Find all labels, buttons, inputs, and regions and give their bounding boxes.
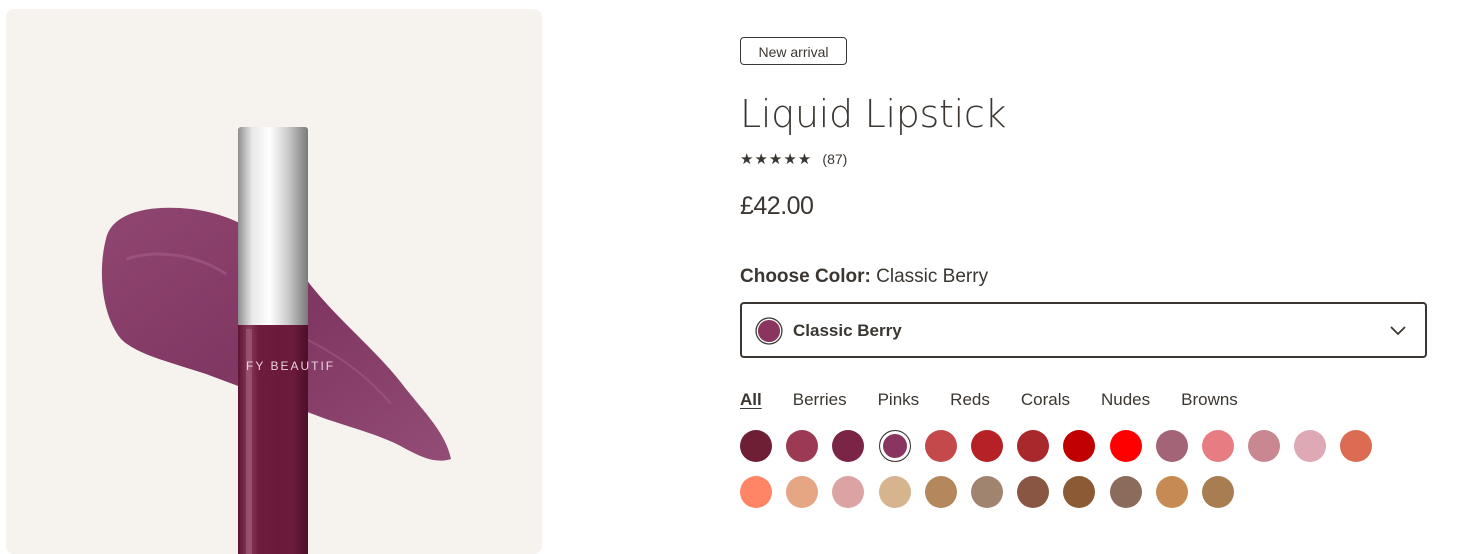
color-swatch[interactable]: [1155, 476, 1188, 508]
lipstick-cap: [238, 127, 308, 327]
color-swatch[interactable]: [1109, 476, 1142, 508]
color-swatch[interactable]: [970, 476, 1003, 508]
color-swatch[interactable]: [786, 430, 819, 462]
color-swatch[interactable]: [1294, 430, 1327, 462]
choose-color-label: Choose Color: Classic Berry: [740, 266, 988, 288]
product-image: [101, 127, 451, 554]
color-swatch[interactable]: [1017, 476, 1050, 508]
rating-stars-icon: ★★★★★: [740, 151, 813, 168]
color-swatch[interactable]: [878, 430, 911, 462]
filter-tab-pinks[interactable]: Pinks: [878, 390, 920, 410]
color-swatch[interactable]: [924, 430, 957, 462]
lipstick-brand-text: FY BEAUTIF: [246, 359, 336, 373]
selected-color-dot: [757, 319, 781, 343]
product-price: £42.00: [740, 192, 814, 220]
product-rating[interactable]: ★★★★★ (87): [740, 150, 847, 168]
product-image-panel: FY BEAUTIF: [6, 9, 542, 554]
color-swatch[interactable]: [832, 476, 865, 508]
color-swatch[interactable]: [832, 430, 865, 462]
color-swatch[interactable]: [1017, 430, 1050, 462]
color-swatch-grid: [740, 430, 1390, 508]
color-swatch[interactable]: [740, 430, 772, 462]
color-swatch[interactable]: [1201, 430, 1234, 462]
color-swatch[interactable]: [1248, 430, 1281, 462]
color-swatch[interactable]: [1109, 430, 1142, 462]
color-swatch[interactable]: [878, 476, 911, 508]
color-swatch[interactable]: [786, 476, 819, 508]
selected-color-name: Classic Berry: [876, 266, 989, 287]
new-arrival-badge: New arrival: [740, 37, 847, 65]
filter-tab-all[interactable]: All: [740, 390, 762, 410]
color-swatch[interactable]: [1340, 430, 1373, 462]
color-swatch[interactable]: [740, 476, 772, 508]
filter-tab-corals[interactable]: Corals: [1021, 390, 1070, 410]
color-filter-tabs: All Berries Pinks Reds Corals Nudes Browns: [740, 390, 1269, 410]
color-swatch[interactable]: [1155, 430, 1188, 462]
color-swatch[interactable]: [970, 430, 1003, 462]
filter-tab-berries[interactable]: Berries: [793, 390, 847, 410]
review-count[interactable]: (87): [822, 151, 847, 167]
product-title: Liquid Lipstick: [740, 92, 1007, 136]
color-dropdown[interactable]: Classic Berry: [740, 302, 1427, 358]
filter-tab-nudes[interactable]: Nudes: [1101, 390, 1150, 410]
color-swatch[interactable]: [1063, 430, 1096, 462]
dropdown-value: Classic Berry: [793, 321, 902, 340]
filter-tab-reds[interactable]: Reds: [950, 390, 990, 410]
color-swatch[interactable]: [1201, 476, 1234, 508]
color-swatch[interactable]: [1063, 476, 1096, 508]
filter-tab-browns[interactable]: Browns: [1181, 390, 1238, 410]
color-swatch[interactable]: [924, 476, 957, 508]
chevron-down-icon: [1390, 326, 1406, 336]
choose-color-heading: Choose Color:: [740, 266, 871, 287]
